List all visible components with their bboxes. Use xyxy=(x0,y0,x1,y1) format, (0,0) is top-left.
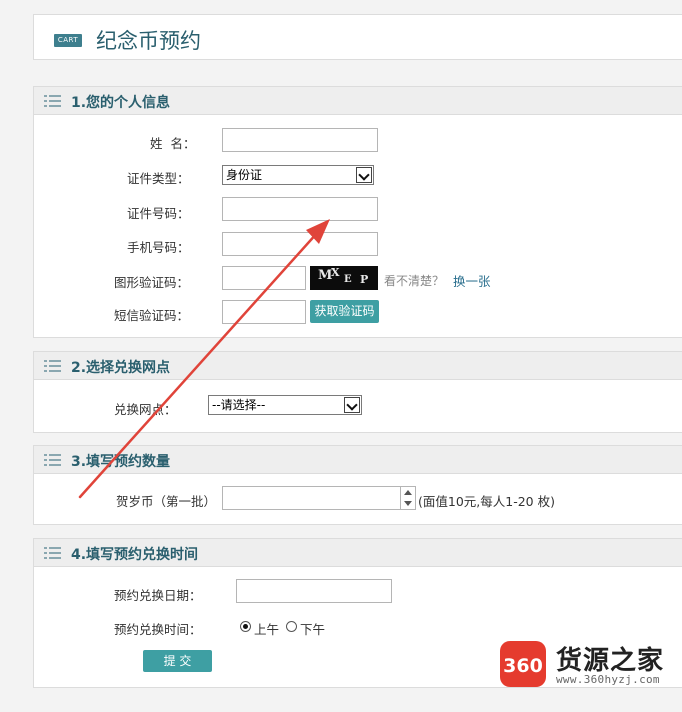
list-icon xyxy=(44,360,61,372)
captcha-hint: 看不清楚？ xyxy=(384,274,445,288)
chevron-down-icon[interactable] xyxy=(344,397,360,413)
section-title: 3.填写预约数量 xyxy=(71,454,171,470)
radio-pm-label: 下午 xyxy=(300,622,326,637)
coin-note: (面值10元,每人1-20 枚) xyxy=(418,494,555,509)
watermark-logo-icon: 360 xyxy=(500,641,546,687)
section-header: 2.选择兑换网点 xyxy=(34,352,682,380)
section-title: 2.选择兑换网点 xyxy=(71,360,171,376)
branch-label: 兑换网点： xyxy=(114,402,177,417)
captcha-char: X xyxy=(331,266,340,279)
name-input[interactable] xyxy=(222,128,378,152)
date-label: 预约兑换日期： xyxy=(114,588,202,603)
watermark-logo-text: 360 xyxy=(503,655,543,677)
submit-button[interactable]: 提 交 xyxy=(143,650,212,672)
captcha-char: E xyxy=(344,274,352,285)
time-label: 预约兑换时间： xyxy=(114,622,202,637)
captcha-label: 图形验证码： xyxy=(114,275,190,290)
sms-code-input[interactable] xyxy=(222,300,306,324)
id-type-select[interactable]: 身份证 xyxy=(222,165,374,185)
quantity-stepper[interactable] xyxy=(400,486,415,510)
captcha-image[interactable]: M X E P xyxy=(310,266,378,290)
section-header: 1.您的个人信息 xyxy=(34,87,682,115)
arrow-up-icon[interactable] xyxy=(404,490,412,495)
page-header: CART 纪念币预约 xyxy=(33,14,682,60)
radio-pm[interactable] xyxy=(286,621,297,632)
list-icon xyxy=(44,547,61,559)
phone-label: 手机号码： xyxy=(127,240,190,255)
captcha-input[interactable] xyxy=(222,266,306,290)
list-icon xyxy=(44,454,61,466)
chevron-down-icon[interactable] xyxy=(356,167,372,183)
branch-value: --请选择-- xyxy=(212,398,266,412)
branch-select[interactable]: --请选择-- xyxy=(208,395,362,415)
sms-label: 短信验证码： xyxy=(114,308,190,323)
id-number-label: 证件号码： xyxy=(127,206,190,221)
refresh-captcha-link[interactable]: 换一张 xyxy=(453,271,491,290)
coin-quantity-input[interactable] xyxy=(222,486,416,510)
section-header: 3.填写预约数量 xyxy=(34,446,682,474)
id-type-value: 身份证 xyxy=(226,168,263,182)
watermark-brand: 货源之家 xyxy=(556,646,665,676)
radio-am-label: 上午 xyxy=(254,622,280,637)
section-header: 4.填写预约兑换时间 xyxy=(34,539,682,567)
captcha-char: P xyxy=(360,273,369,286)
section-title: 1.您的个人信息 xyxy=(71,95,171,111)
section-quantity: 3.填写预约数量 xyxy=(33,445,682,525)
id-number-input[interactable] xyxy=(222,197,378,221)
coin-label: 贺岁币（第一批） xyxy=(116,494,217,509)
section-title: 4.填写预约兑换时间 xyxy=(71,547,199,563)
list-icon xyxy=(44,95,61,107)
date-input[interactable] xyxy=(236,579,392,603)
id-type-label: 证件类型： xyxy=(127,171,190,186)
arrow-down-icon[interactable] xyxy=(404,501,412,506)
get-sms-code-button[interactable]: 获取验证码 xyxy=(310,300,379,323)
name-label: 姓 名： xyxy=(150,136,196,151)
phone-input[interactable] xyxy=(222,232,378,256)
page-title: 纪念币预约 xyxy=(96,29,201,53)
watermark-url: www.360hyzj.com xyxy=(556,673,660,686)
cart-icon: CART xyxy=(54,34,82,47)
radio-am[interactable] xyxy=(240,621,251,632)
section-branch: 2.选择兑换网点 xyxy=(33,351,682,433)
